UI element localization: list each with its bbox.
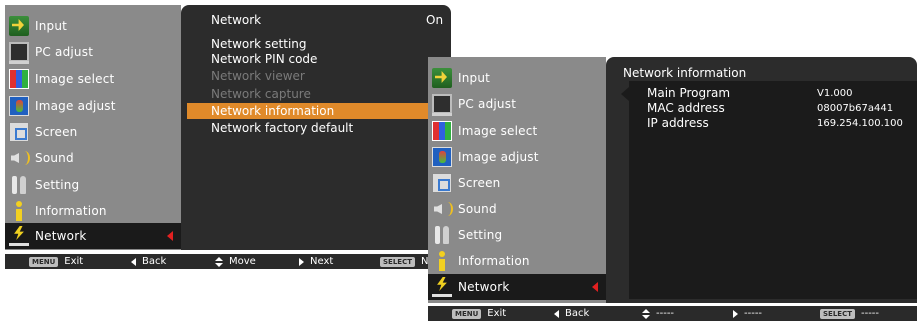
menu-item-image-adjust[interactable]: Image adjust <box>5 93 181 119</box>
menu-item-network[interactable]: Network <box>428 274 606 300</box>
input-icon <box>432 68 452 88</box>
right-arrow-icon <box>733 309 738 318</box>
option-network-capture: Network capture <box>211 87 311 101</box>
left-arrow-icon <box>131 257 136 266</box>
option-network-pin-code[interactable]: Network PIN code <box>187 51 451 67</box>
select-key-badge: SELECT <box>820 308 855 319</box>
screen-icon <box>432 173 452 193</box>
mac-address-value: 08007b67a441 <box>817 103 894 114</box>
menu-item-input[interactable]: Input <box>428 65 606 91</box>
input-icon <box>9 16 29 36</box>
network-information-panel: Network information Main Program V1.000 … <box>606 57 917 303</box>
select-key-badge: SELECT <box>380 256 415 267</box>
ip-address-value: 169.254.100.100 <box>817 118 903 129</box>
main-program-value: V1.000 <box>817 88 853 99</box>
option-network-setting[interactable]: Network setting <box>187 36 451 52</box>
pc-adjust-icon <box>9 42 29 64</box>
image-adjust-icon <box>432 147 452 167</box>
mac-address-label: MAC address <box>647 101 725 115</box>
menu-key-badge: MENU <box>29 256 59 267</box>
menu-key-badge: MENU <box>452 308 482 319</box>
menu-item-image-adjust[interactable]: Image adjust <box>428 144 606 170</box>
option-network-value: On <box>426 13 444 27</box>
main-program-label: Main Program <box>647 86 731 100</box>
menu-item-network[interactable]: Network <box>5 223 181 249</box>
network-icon <box>9 226 29 246</box>
menu-item-image-select[interactable]: Image select <box>5 66 181 92</box>
network-icon <box>432 277 452 297</box>
information-icon <box>9 201 29 221</box>
image-adjust-icon <box>9 96 29 116</box>
screen-icon <box>9 122 29 142</box>
option-network-viewer: Network viewer <box>211 69 305 83</box>
next-hint: Next <box>299 254 333 269</box>
up-down-arrow-icon <box>215 256 223 267</box>
menu-item-information[interactable]: Information <box>5 198 181 224</box>
network-submenu-panel: Network On Network setting Network PIN c… <box>181 5 451 250</box>
osd-main-menu-1: Input PC adjust Image select Image adjus… <box>5 5 181 250</box>
image-select-icon <box>432 121 452 141</box>
ip-address-label: IP address <box>647 116 709 130</box>
info-box-pointer <box>621 87 629 101</box>
menu-item-setting[interactable]: Setting <box>428 222 606 248</box>
network-information-title: Network information <box>623 66 747 80</box>
left-arrow-icon <box>554 309 559 318</box>
menu-item-input[interactable]: Input <box>5 13 181 39</box>
exit-hint: MENU Exit <box>29 254 83 269</box>
menu-item-image-select[interactable]: Image select <box>428 118 606 144</box>
selection-cursor-icon <box>592 282 598 292</box>
status-bar-2: MENU Exit Back ----- ----- SELECT ----- <box>428 306 917 321</box>
menu-item-sound[interactable]: Sound <box>428 196 606 222</box>
next-hint: ----- <box>733 306 762 321</box>
menu-item-pc-adjust[interactable]: PC adjust <box>5 39 181 65</box>
back-hint: Back <box>131 254 166 269</box>
menu-item-screen[interactable]: Screen <box>5 119 181 145</box>
select-hint: SELECT ----- <box>820 306 879 321</box>
setting-icon <box>432 225 452 245</box>
network-information-box: Main Program V1.000 MAC address 08007b67… <box>629 81 917 299</box>
menu-item-sound[interactable]: Sound <box>5 145 181 171</box>
up-down-arrow-icon <box>642 308 650 319</box>
pc-adjust-icon <box>432 94 452 116</box>
menu-item-pc-adjust[interactable]: PC adjust <box>428 91 606 117</box>
option-network[interactable]: Network <box>187 12 451 28</box>
right-arrow-icon <box>299 257 304 266</box>
selection-cursor-icon <box>167 231 173 241</box>
move-hint: ----- <box>642 306 674 321</box>
option-network-factory-default[interactable]: Network factory default <box>187 120 451 136</box>
exit-hint: MENU Exit <box>452 306 506 321</box>
menu-item-screen[interactable]: Screen <box>428 170 606 196</box>
sound-icon <box>432 199 453 219</box>
option-network-information[interactable]: Network information <box>187 103 451 119</box>
image-select-icon <box>9 69 29 89</box>
move-hint: Move <box>215 254 256 269</box>
menu-item-information[interactable]: Information <box>428 248 606 274</box>
status-bar-1: MENU Exit Back Move Next SELECT N <box>5 254 451 269</box>
select-hint: SELECT N <box>380 254 428 269</box>
back-hint: Back <box>554 306 589 321</box>
sound-icon <box>9 148 30 168</box>
setting-icon <box>9 175 29 195</box>
menu-item-setting[interactable]: Setting <box>5 172 181 198</box>
osd-main-menu-2: Input PC adjust Image select Image adjus… <box>428 57 606 303</box>
information-icon <box>432 251 452 271</box>
